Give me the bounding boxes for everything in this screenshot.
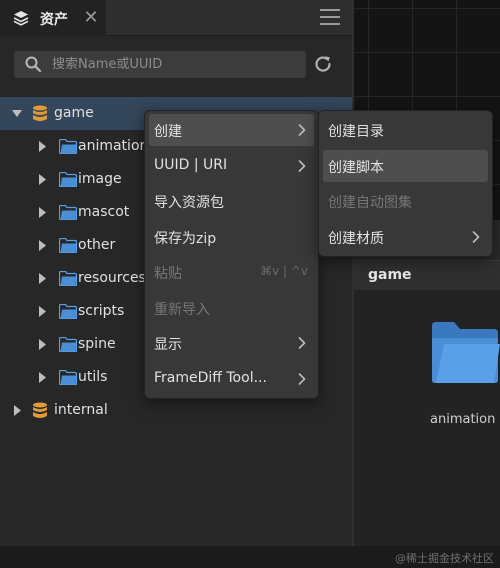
menu-item[interactable]: 显示 <box>149 327 314 359</box>
tree-row-label: game <box>54 105 94 121</box>
menu-item[interactable]: UUID | URI <box>149 150 314 182</box>
menu-item-label: 创建自动图集 <box>328 195 412 211</box>
folder-icon <box>59 370 77 385</box>
create-submenu: 创建目录创建脚本创建自动图集 创建材质 <box>318 110 493 257</box>
menu-item[interactable]: 创建脚本 <box>323 149 488 182</box>
folder-icon <box>59 337 77 352</box>
caret-right-icon[interactable] <box>37 174 47 185</box>
menu-item: 重新导入 <box>149 292 314 324</box>
tab-title: 资产 <box>40 12 68 28</box>
caret-right-icon[interactable] <box>37 339 47 350</box>
folder-icon[interactable] <box>430 320 500 384</box>
tree-row-label: mascot <box>78 204 130 220</box>
caret-right-icon[interactable] <box>37 240 47 251</box>
folder-icon <box>59 205 77 220</box>
folder-icon <box>59 271 77 286</box>
panel-header: 资产 ✕ <box>0 0 352 36</box>
menu-item[interactable]: 创建 <box>149 114 314 146</box>
menu-item[interactable]: 创建目录 <box>323 114 488 146</box>
tree-row-label: utils <box>78 369 108 385</box>
preview-pane: animation <box>352 290 500 546</box>
folder-icon <box>59 172 77 187</box>
context-menu: 创建 UUID | URI 导入资源包保存为zip 粘贴 ⌘v | ^v 重新导入显示 Fr… <box>144 110 319 399</box>
refresh-icon[interactable] <box>312 53 334 75</box>
menu-shortcut: ⌘v | ^v <box>260 264 308 278</box>
tree-row-label: scripts <box>78 303 125 319</box>
caret-right-icon[interactable] <box>37 372 47 383</box>
menu-item-label: 创建材质 <box>328 230 384 247</box>
chevron-right-icon <box>298 337 306 349</box>
database-icon <box>33 105 47 121</box>
chevron-right-icon <box>298 372 306 385</box>
chevron-right-icon <box>472 230 480 243</box>
tree-row-label: image <box>78 171 122 187</box>
preview-header: game <box>352 260 500 290</box>
menu-item[interactable]: 导入资源包 <box>149 185 314 217</box>
hamburger-menu-icon[interactable] <box>320 9 340 27</box>
caret-right-icon[interactable] <box>37 273 47 284</box>
menu-item-label: 保存为zip <box>154 230 217 247</box>
chevron-right-icon <box>298 159 306 172</box>
menu-item-label: 粘贴 <box>154 266 182 282</box>
menu-item-label: 显示 <box>154 337 182 353</box>
status-bar: @稀土掘金技术社区 <box>0 546 500 568</box>
menu-item[interactable]: 创建材质 <box>323 221 488 253</box>
folder-icon <box>59 304 77 319</box>
preview-folder-label: animation <box>430 412 496 427</box>
preview-title: game <box>368 267 412 283</box>
menu-item-label: UUID | URI <box>154 156 228 173</box>
caret-right-icon[interactable] <box>37 141 47 152</box>
close-icon[interactable]: ✕ <box>82 8 100 28</box>
assets-tab[interactable]: 资产 ✕ <box>0 0 106 36</box>
search-input[interactable] <box>52 51 302 78</box>
tree-row-label: spine <box>78 336 116 352</box>
menu-item: 粘贴 ⌘v | ^v <box>149 256 314 288</box>
menu-item[interactable]: 保存为zip <box>149 221 314 253</box>
tree-row-label: internal <box>54 402 108 418</box>
menu-item-label: 创建目录 <box>328 124 384 140</box>
menu-item[interactable]: FrameDiff Tool... <box>149 363 314 395</box>
menu-item-label: 创建脚本 <box>328 159 384 176</box>
search-box <box>14 51 306 78</box>
menu-item-label: 导入资源包 <box>154 195 224 211</box>
menu-item-label: FrameDiff Tool... <box>154 369 267 386</box>
menu-item-label: 重新导入 <box>154 301 210 318</box>
caret-right-icon[interactable] <box>12 405 22 416</box>
caret-down-icon[interactable] <box>12 108 22 119</box>
tree-row-label: resources <box>78 270 146 286</box>
caret-right-icon[interactable] <box>37 306 47 317</box>
caret-right-icon[interactable] <box>37 207 47 218</box>
tree-row-label: animation <box>78 138 149 154</box>
menu-item-label: 创建 <box>154 124 182 140</box>
database-icon <box>33 402 47 418</box>
folder-icon <box>59 238 77 253</box>
layers-icon <box>13 11 29 26</box>
tree-row-label: other <box>78 237 116 253</box>
watermark: @稀土掘金技术社区 <box>395 552 494 565</box>
search-icon <box>25 56 42 73</box>
menu-item: 创建自动图集 <box>323 185 488 217</box>
folder-icon <box>59 139 77 154</box>
chevron-right-icon <box>298 124 306 136</box>
